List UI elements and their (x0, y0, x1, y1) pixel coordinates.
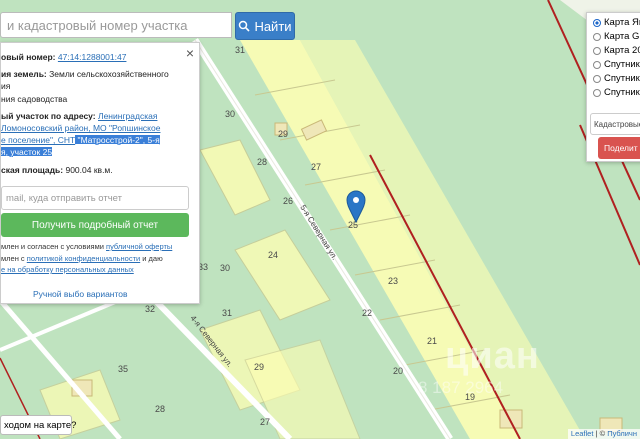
layer-label: Спутник (604, 87, 640, 98)
what-on-map-button[interactable]: ходом на карте? (0, 415, 76, 435)
manual-selection-link[interactable]: Ручной выбо вариантов (33, 289, 128, 299)
plot-number: 28 (257, 157, 267, 167)
radio-selected-icon[interactable] (593, 18, 601, 27)
layer-label: Карта G (604, 31, 640, 42)
agree-text: млен и согласен с условиями (1, 242, 107, 251)
agree-text: млен с (1, 254, 27, 263)
watermark-logo: циан (445, 335, 540, 377)
cadastre-link[interactable]: 47:14:1288001:47 (58, 52, 127, 62)
usage-value: ния садоводства (1, 94, 68, 104)
plot-number: 31 (235, 45, 245, 55)
offer-agreement: млен и согласен с условиями публичной оф… (1, 242, 172, 251)
share-button[interactable]: Поделит (598, 137, 640, 159)
radio-icon[interactable] (593, 60, 601, 69)
address-link[interactable]: Ленинградская (98, 111, 157, 121)
privacy-link[interactable]: политикой конфиденциальности (27, 254, 140, 263)
cadastre-label: овый номер: (1, 52, 56, 62)
layer-option[interactable]: Карта G (593, 31, 639, 42)
layer-option[interactable]: Карта Ян (593, 17, 640, 28)
plot-number: 26 (283, 196, 293, 206)
layer-label: Карта 20 (604, 45, 640, 56)
plot-number: 35 (118, 364, 128, 374)
plot-number: 30 (220, 263, 230, 273)
land-category-row: ия земель: Земли сельскохозяйственного (1, 69, 169, 79)
plot-number: 27 (260, 417, 270, 427)
plot-number: 29 (278, 129, 288, 139)
plot-number: 30 (225, 109, 235, 119)
address-label: ый участок по адресу: (1, 111, 96, 121)
address-line[interactable]: я, участок 25 (1, 147, 53, 157)
close-icon[interactable]: × (186, 45, 194, 61)
address-line[interactable]: е поселение", СНТ "Матросстрой-2", 5-я (1, 135, 160, 145)
plot-number: 24 (268, 250, 278, 260)
offer-link[interactable]: публичной оферты (106, 242, 172, 251)
layer-switcher: Карта Ян Карта G Карта 20 Спутник Спутни… (586, 12, 640, 162)
area-value: 900.04 кв.м. (63, 165, 113, 175)
search-icon (239, 20, 251, 32)
plot-number: 21 (427, 336, 437, 346)
address-selected[interactable]: "Матросстрой-2", 5-я (75, 135, 160, 145)
land-category-value: Земли сельскохозяйственного (49, 69, 169, 79)
layer-label: Карта Ян (604, 17, 640, 28)
public-map-link[interactable]: Публичн (607, 429, 637, 438)
layer-option[interactable]: Карта 20 (593, 45, 640, 56)
plot-number: 32 (145, 304, 155, 314)
parcel-info-panel: × овый номер: 47:14:1288001:47 ия земель… (0, 42, 200, 304)
search-button[interactable]: Найти (235, 12, 295, 40)
plot-number: 20 (393, 366, 403, 376)
privacy-agreement: млен с политикой конфиденциальности и да… (1, 254, 163, 263)
radio-icon[interactable] (593, 74, 601, 83)
watermark-phone: 8 187 2964 (418, 378, 504, 397)
address-line[interactable]: Ломоносовский район, МО "Ропшинское (1, 123, 160, 133)
map-attribution: Leaflet | © Публичн (567, 429, 640, 439)
get-report-button[interactable]: Получить подробный отчет (1, 213, 189, 237)
radio-icon[interactable] (593, 32, 601, 41)
leaflet-link[interactable]: Leaflet (571, 429, 594, 438)
personal-data-link[interactable]: е на обработку персональных данных (1, 265, 134, 274)
radio-icon[interactable] (593, 46, 601, 55)
layer-option[interactable]: Спутник (593, 59, 640, 70)
layer-option[interactable]: Спутник (593, 73, 640, 84)
plot-number: 22 (362, 308, 372, 318)
layer-label: Спутник (604, 59, 640, 70)
search-button-label: Найти (254, 18, 292, 34)
address-row: ый участок по адресу: Ленинградская (1, 111, 157, 121)
land-category-cont: ия (1, 81, 11, 91)
search-input[interactable] (0, 12, 232, 38)
plot-number: 29 (254, 362, 264, 372)
agree-text: и даю (140, 254, 163, 263)
land-category-label: ия земель: (1, 69, 47, 79)
plot-number: 23 (388, 276, 398, 286)
cadastre-layer-select[interactable]: Кадастровые (590, 113, 640, 135)
email-field[interactable] (1, 186, 189, 210)
layer-label: Спутник (604, 73, 640, 84)
attribution-sep: | © (593, 429, 608, 438)
address-part[interactable]: е поселение", СНТ (1, 135, 75, 145)
plot-number: 28 (155, 404, 165, 414)
area-row: ская площадь: 900.04 кв.м. (1, 165, 113, 175)
area-label: ская площадь: (1, 165, 64, 175)
radio-icon[interactable] (593, 88, 601, 97)
cadastre-row: овый номер: 47:14:1288001:47 (1, 52, 126, 62)
plot-number: 27 (311, 162, 321, 172)
plot-number: 31 (222, 308, 232, 318)
layer-option[interactable]: Спутник (593, 87, 640, 98)
address-selected[interactable]: я, участок 25 (1, 147, 53, 157)
